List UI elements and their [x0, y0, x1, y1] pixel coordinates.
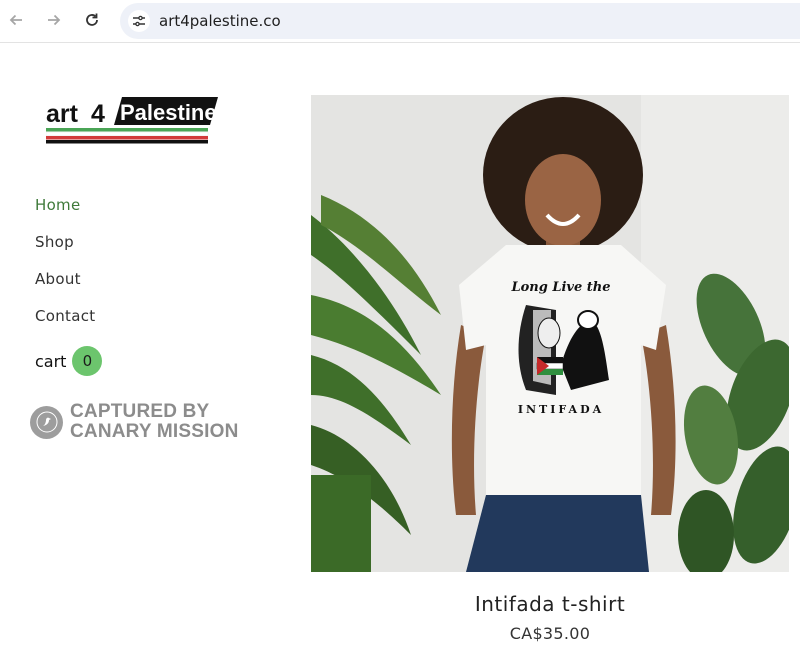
logo-text-name: Palestine — [120, 100, 217, 125]
browser-toolbar: art4palestine.co — [0, 0, 800, 43]
reload-icon — [86, 13, 98, 26]
nav-shop[interactable]: Shop — [35, 233, 74, 251]
product-price: CA$35.00 — [509, 624, 591, 643]
nav-contact[interactable]: Contact — [35, 307, 95, 325]
url-text[interactable]: art4palestine.co — [159, 12, 281, 30]
shirt-text-bottom: INTIFADA — [518, 403, 604, 416]
arrow-left-icon — [9, 14, 22, 26]
site-logo[interactable]: art 4 Palestine — [45, 96, 222, 146]
shirt-text-top: Long Live the — [510, 280, 610, 295]
product-image[interactable]: Long Live the INTIFADA — [311, 95, 789, 572]
tune-icon — [133, 15, 145, 27]
watermark: CAPTURED BY CANARY MISSION — [30, 402, 239, 442]
arrow-right-icon — [48, 14, 61, 26]
bird-icon — [30, 405, 63, 439]
cart-link[interactable]: cart 0 — [35, 346, 103, 376]
site-info-button[interactable] — [128, 10, 150, 32]
watermark-line-2: CANARY MISSION — [70, 421, 239, 442]
watermark-line-1: CAPTURED BY — [70, 401, 210, 422]
watermark-text: CAPTURED BY CANARY MISSION — [70, 402, 239, 442]
back-button[interactable] — [5, 9, 27, 31]
nav-about[interactable]: About — [35, 270, 81, 288]
logo-graphic: art 4 Palestine — [45, 97, 218, 144]
forward-button[interactable] — [43, 9, 65, 31]
cart-label: cart — [35, 351, 67, 371]
logo-text-4: 4 — [91, 100, 105, 128]
address-bar[interactable]: art4palestine.co — [120, 3, 800, 39]
logo-text-art: art — [46, 100, 79, 128]
product-title[interactable]: Intifada t-shirt — [311, 592, 789, 616]
nav-home[interactable]: Home — [35, 196, 81, 214]
reload-button[interactable] — [81, 9, 103, 31]
cart-count-badge: 0 — [72, 346, 103, 376]
